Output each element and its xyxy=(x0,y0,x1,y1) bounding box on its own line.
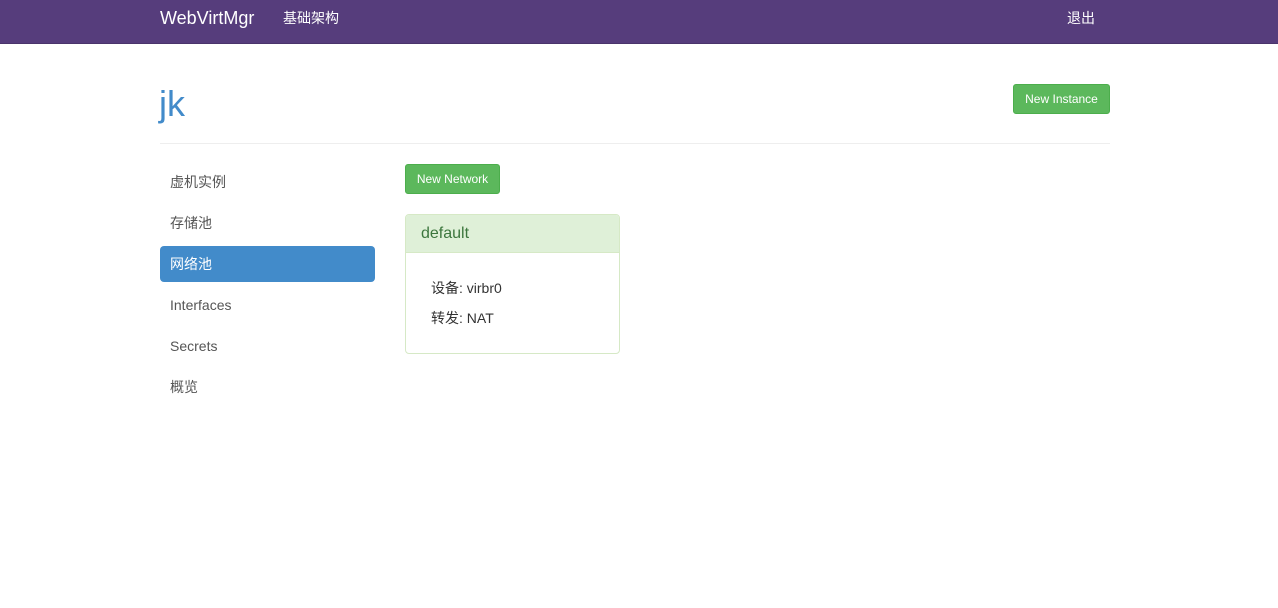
sidebar-item-networks[interactable]: 网络池 xyxy=(160,246,375,282)
brand-link[interactable]: WebVirtMgr xyxy=(160,7,254,29)
network-forward-mode: 转发: NAT xyxy=(431,310,494,326)
sidebar-nav: 虚机实例 存储池 网络池 Interfaces Secrets 概览 xyxy=(160,164,375,410)
nav-infrastructure-link[interactable]: 基础架构 xyxy=(283,9,339,27)
page-title: jk xyxy=(159,83,185,124)
sidebar-item-secrets[interactable]: Secrets xyxy=(160,328,375,364)
logout-link[interactable]: 退出 xyxy=(1067,9,1095,27)
sidebar-item-interfaces[interactable]: Interfaces xyxy=(160,287,375,323)
sidebar-item-storage[interactable]: 存储池 xyxy=(160,205,375,241)
new-network-button[interactable]: New Network xyxy=(405,164,500,194)
new-instance-button[interactable]: New Instance xyxy=(1013,84,1110,114)
top-navbar: WebVirtMgr 基础架构 退出 xyxy=(0,0,1278,44)
network-panel[interactable]: default 设备: virbr0 转发: NAT xyxy=(405,214,620,354)
header-divider xyxy=(160,143,1110,144)
network-device: 设备: virbr0 xyxy=(431,280,502,296)
sidebar-item-instances[interactable]: 虚机实例 xyxy=(160,164,375,200)
network-name[interactable]: default xyxy=(406,215,619,253)
sidebar-item-overview[interactable]: 概览 xyxy=(160,369,375,405)
